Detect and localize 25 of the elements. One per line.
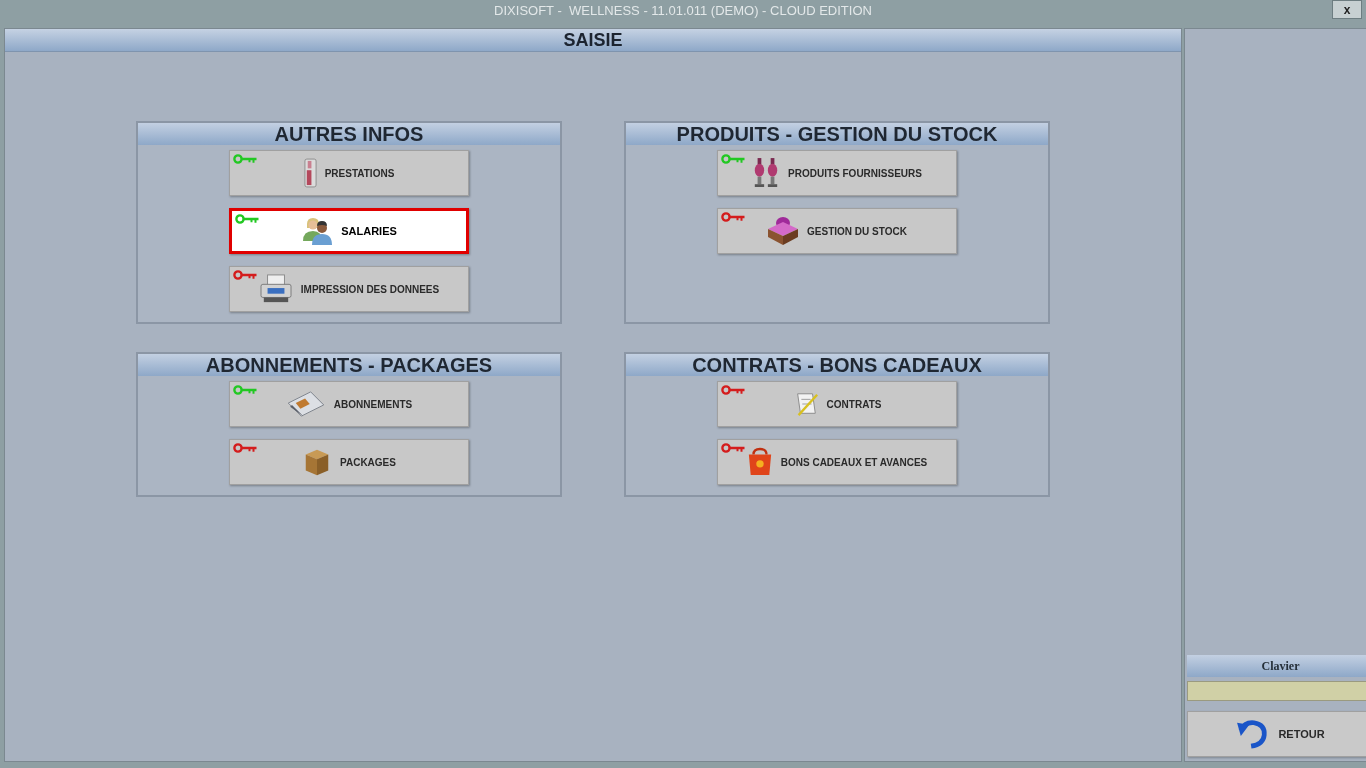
input-field[interactable] bbox=[1187, 681, 1366, 701]
menu-button[interactable]: PRESTATIONS bbox=[229, 150, 469, 196]
menu-button[interactable]: BONS CADEAUX ET AVANCES bbox=[717, 439, 957, 485]
close-button[interactable]: x bbox=[1332, 0, 1362, 19]
panel-header: Clavier bbox=[1187, 655, 1366, 677]
printer-icon bbox=[258, 274, 293, 304]
group-header: ABONNEMENTS - PACKAGES bbox=[138, 354, 560, 376]
group-header: CONTRATS - BONS CADEAUX bbox=[626, 354, 1048, 376]
menu-button[interactable]: ABONNEMENTS bbox=[229, 381, 469, 427]
card-icon bbox=[285, 390, 326, 418]
panel-header: SAISIE bbox=[5, 29, 1181, 52]
menu-button[interactable]: PACKAGES bbox=[229, 439, 469, 485]
menu-button[interactable]: IMPRESSION DES DONNEES bbox=[229, 266, 469, 312]
menu-button[interactable]: SALARIES bbox=[229, 208, 469, 254]
back-button[interactable]: RETOUR bbox=[1187, 711, 1366, 757]
menu-button[interactable]: CONTRATS bbox=[717, 381, 957, 427]
menu-button[interactable]: GESTION DU STOCK bbox=[717, 208, 957, 254]
menu-button[interactable]: PRODUITS FOURNISSEURS bbox=[717, 150, 957, 196]
bottle-icon bbox=[303, 158, 317, 188]
gift-bag-icon bbox=[746, 447, 773, 477]
people-icon bbox=[301, 217, 334, 245]
window-title: DIXISOFT - WELLNESS - 11.01.011 (DEMO) - CLOUD EDITION bbox=[494, 2, 872, 20]
crate-icon bbox=[767, 216, 800, 246]
group-header: AUTRES INFOS bbox=[138, 123, 560, 145]
group-header: PRODUITS - GESTION DU STOCK bbox=[626, 123, 1048, 145]
